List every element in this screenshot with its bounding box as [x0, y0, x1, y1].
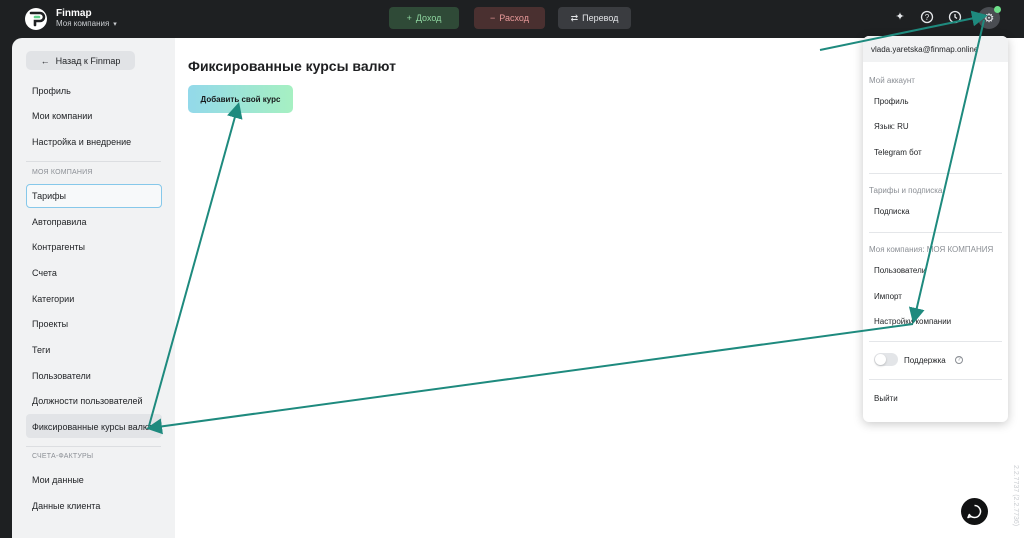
transfer-button[interactable]: ⇄ Перевод: [558, 7, 631, 29]
sidebar-section-invoices: СЧЕТА-ФАКТУРЫ: [32, 453, 94, 460]
sidebar-item-tags[interactable]: Теги: [32, 345, 50, 355]
app-version: 2.2.7737 (2.2.7736): [1012, 465, 1019, 527]
support-label: Поддержка: [904, 356, 946, 365]
settings-gear-button[interactable]: ⚙: [978, 6, 1001, 29]
brand-name: Finmap: [56, 8, 92, 19]
notification-dot: [994, 6, 1001, 13]
sidebar-item-categories[interactable]: Категории: [32, 294, 74, 304]
user-email: vlada.yaretska@finmap.online: [863, 36, 1008, 62]
menu-divider: [869, 232, 1002, 233]
sidebar-item-users[interactable]: Пользователи: [32, 371, 91, 381]
income-button[interactable]: + Доход: [389, 7, 459, 29]
minus-icon: −: [490, 13, 496, 23]
back-to-finmap-button[interactable]: ← Назад к Finmap: [26, 51, 135, 70]
help-icon[interactable]: ?: [920, 10, 934, 24]
menu-section-account: Мой аккаунт: [869, 76, 915, 85]
menu-divider: [869, 341, 1002, 342]
back-label: Назад к Finmap: [55, 55, 121, 66]
arrow-left-icon: ←: [40, 55, 50, 66]
menu-divider: [869, 173, 1002, 174]
settings-sidebar: ← Назад к Finmap Профиль Мои компании На…: [12, 38, 175, 538]
sidebar-item-accounts[interactable]: Счета: [32, 268, 57, 278]
expense-label: Расход: [499, 13, 529, 23]
company-switcher[interactable]: Моя компания ▾: [56, 19, 117, 28]
transfer-label: Перевод: [582, 13, 619, 23]
menu-item-logout[interactable]: Выйти: [874, 394, 898, 403]
sidebar-item-fixed-rates[interactable]: Фиксированные курсы валют: [32, 422, 154, 432]
sidebar-divider: [26, 446, 161, 447]
menu-section-company: Моя компания: МОЯ КОМПАНИЯ: [869, 245, 994, 254]
svg-text:?: ?: [925, 13, 930, 22]
chevron-down-icon: ▾: [113, 21, 117, 28]
sidebar-item-counterparties[interactable]: Контрагенты: [32, 242, 85, 252]
sidebar-divider: [26, 161, 161, 162]
info-icon[interactable]: ?: [955, 356, 963, 364]
gear-icon: ⚙: [983, 11, 995, 25]
sidebar-item-my-data[interactable]: Мои данные: [32, 475, 84, 485]
toggle-knob: [875, 354, 886, 365]
menu-item-telegram-bot[interactable]: Telegram бот: [874, 148, 922, 157]
sidebar-item-autorules[interactable]: Автоправила: [32, 217, 87, 227]
finmap-logo-icon[interactable]: [24, 7, 48, 31]
plus-icon: +: [406, 13, 412, 23]
sidebar-item-projects[interactable]: Проекты: [32, 319, 68, 329]
sidebar-item-my-companies[interactable]: Мои компании: [32, 111, 92, 121]
sidebar-item-profile[interactable]: Профиль: [32, 86, 71, 96]
chat-bubble-icon: [967, 504, 982, 519]
account-dropdown-menu: vlada.yaretska@finmap.online Мой аккаунт…: [863, 36, 1008, 422]
sidebar-item-user-positions[interactable]: Должности пользователей: [32, 396, 143, 406]
sidebar-item-setup[interactable]: Настройка и внедрение: [32, 137, 131, 147]
menu-item-subscription[interactable]: Подписка: [874, 207, 910, 216]
income-label: Доход: [415, 13, 442, 23]
sidebar-item-client-data[interactable]: Данные клиента: [32, 501, 100, 511]
page-title: Фиксированные курсы валют: [188, 58, 396, 74]
transfer-icon: ⇄: [570, 12, 579, 23]
support-toggle[interactable]: [874, 353, 898, 366]
history-icon[interactable]: [948, 10, 962, 24]
menu-item-users[interactable]: Пользователи: [874, 266, 926, 275]
chat-button[interactable]: [961, 498, 988, 525]
menu-section-plans: Тарифы и подписка: [869, 186, 943, 195]
sparkle-icon[interactable]: ✦: [893, 10, 907, 24]
menu-divider: [869, 379, 1002, 380]
top-bar: Finmap Моя компания ▾ + Доход − Расход ⇄ …: [0, 0, 1024, 38]
sidebar-section-company: МОЯ КОМПАНИЯ: [32, 169, 93, 176]
company-name: Моя компания: [56, 19, 110, 28]
add-rate-button[interactable]: Добавить свой курс: [188, 85, 293, 113]
menu-item-company-settings[interactable]: Настройки компании: [874, 317, 951, 326]
sidebar-item-plans[interactable]: Тарифы: [32, 191, 66, 201]
expense-button[interactable]: − Расход: [474, 7, 545, 29]
menu-item-profile[interactable]: Профиль: [874, 97, 909, 106]
menu-item-language[interactable]: Язык: RU: [874, 122, 909, 131]
menu-item-import[interactable]: Импорт: [874, 292, 902, 301]
